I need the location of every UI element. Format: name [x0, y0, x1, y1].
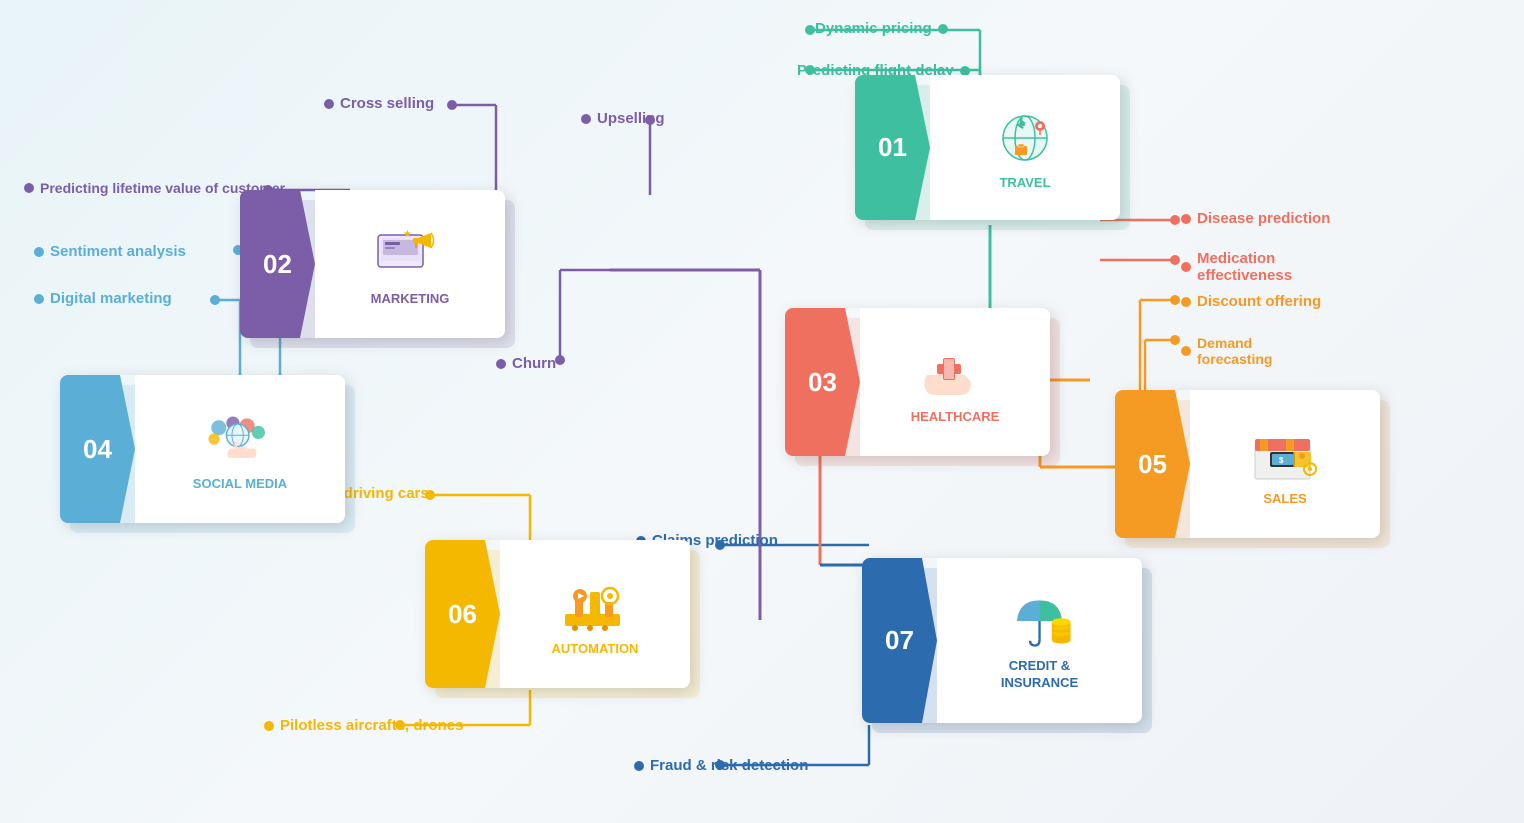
card-01-label: TRAVEL — [999, 175, 1050, 190]
card-02-number: 02 — [263, 249, 292, 280]
label-cross-selling: Cross selling — [318, 95, 434, 112]
digital-marketing-dot — [34, 294, 44, 304]
demand-dot — [1181, 346, 1191, 356]
card-04-label: SOCIAL MEDIA — [193, 476, 287, 491]
card-05-label: SALES — [1263, 491, 1306, 506]
social-media-icon — [200, 407, 280, 472]
svg-text:★: ★ — [403, 229, 412, 240]
card-01-number: 01 — [878, 132, 907, 163]
card-05-number: 05 — [1138, 449, 1167, 480]
credit-insurance-icon — [1000, 589, 1080, 654]
label-churn: Churn — [490, 355, 556, 372]
automation-icon — [555, 572, 635, 637]
card-07-number: 07 — [885, 625, 914, 656]
cross-selling-dot — [324, 99, 334, 109]
card-automation: 06 — [425, 540, 690, 688]
churn-dot — [496, 359, 506, 369]
label-digital-marketing: Digital marketing — [28, 290, 172, 307]
card-healthcare: 03 HEALTHCARE — [785, 308, 1050, 456]
sales-icon: $ — [1245, 422, 1325, 487]
card-03-number: 03 — [808, 367, 837, 398]
label-fraud-risk: Fraud & risk detection — [628, 757, 808, 774]
label-disease-prediction: Disease prediction — [1175, 210, 1330, 227]
card-travel: 01 — [855, 75, 1120, 220]
label-discount-offering: Discount offering — [1175, 293, 1321, 310]
medication-dot — [1181, 262, 1191, 272]
label-dynamic-pricing: Dynamic pricing — [815, 20, 954, 37]
label-sentiment-analysis: Sentiment analysis — [28, 243, 186, 260]
travel-icon — [985, 106, 1065, 171]
discount-dot — [1181, 297, 1191, 307]
card-credit-insurance: 07 — [862, 558, 1142, 723]
card-02-label: MARKETING — [371, 291, 450, 306]
main-canvas: 01 — [0, 0, 1524, 823]
dynamic-pricing-dot — [938, 24, 948, 34]
card-03-label: HEALTHCARE — [911, 409, 1000, 424]
fraud-dot — [634, 761, 644, 771]
label-demand-forecasting: Demandforecasting — [1175, 335, 1272, 367]
healthcare-icon — [915, 340, 995, 405]
card-06-number: 06 — [448, 599, 477, 630]
sentiment-dot — [34, 247, 44, 257]
predicting-lifetime-dot — [24, 183, 34, 193]
label-upselling: Upselling — [575, 110, 665, 127]
card-marketing: 02 — [240, 190, 505, 338]
label-pilotless: Pilotless aircrafts, drones — [258, 717, 463, 734]
pilotless-dot — [264, 721, 274, 731]
label-medication-effectiveness: Medicationeffectiveness — [1175, 250, 1292, 284]
upselling-dot — [581, 114, 591, 124]
predicting-flight-dot — [960, 66, 970, 76]
marketing-icon: ★ — [370, 222, 450, 287]
card-sales: 05 $ — [1115, 390, 1380, 538]
card-06-label: AUTOMATION — [552, 641, 639, 656]
card-07-label: CREDIT &INSURANCE — [1001, 658, 1078, 692]
card-social-media: 04 — [60, 375, 345, 523]
svg-text:$: $ — [1279, 456, 1284, 465]
disease-prediction-dot — [1181, 214, 1191, 224]
card-04-number: 04 — [83, 434, 112, 465]
